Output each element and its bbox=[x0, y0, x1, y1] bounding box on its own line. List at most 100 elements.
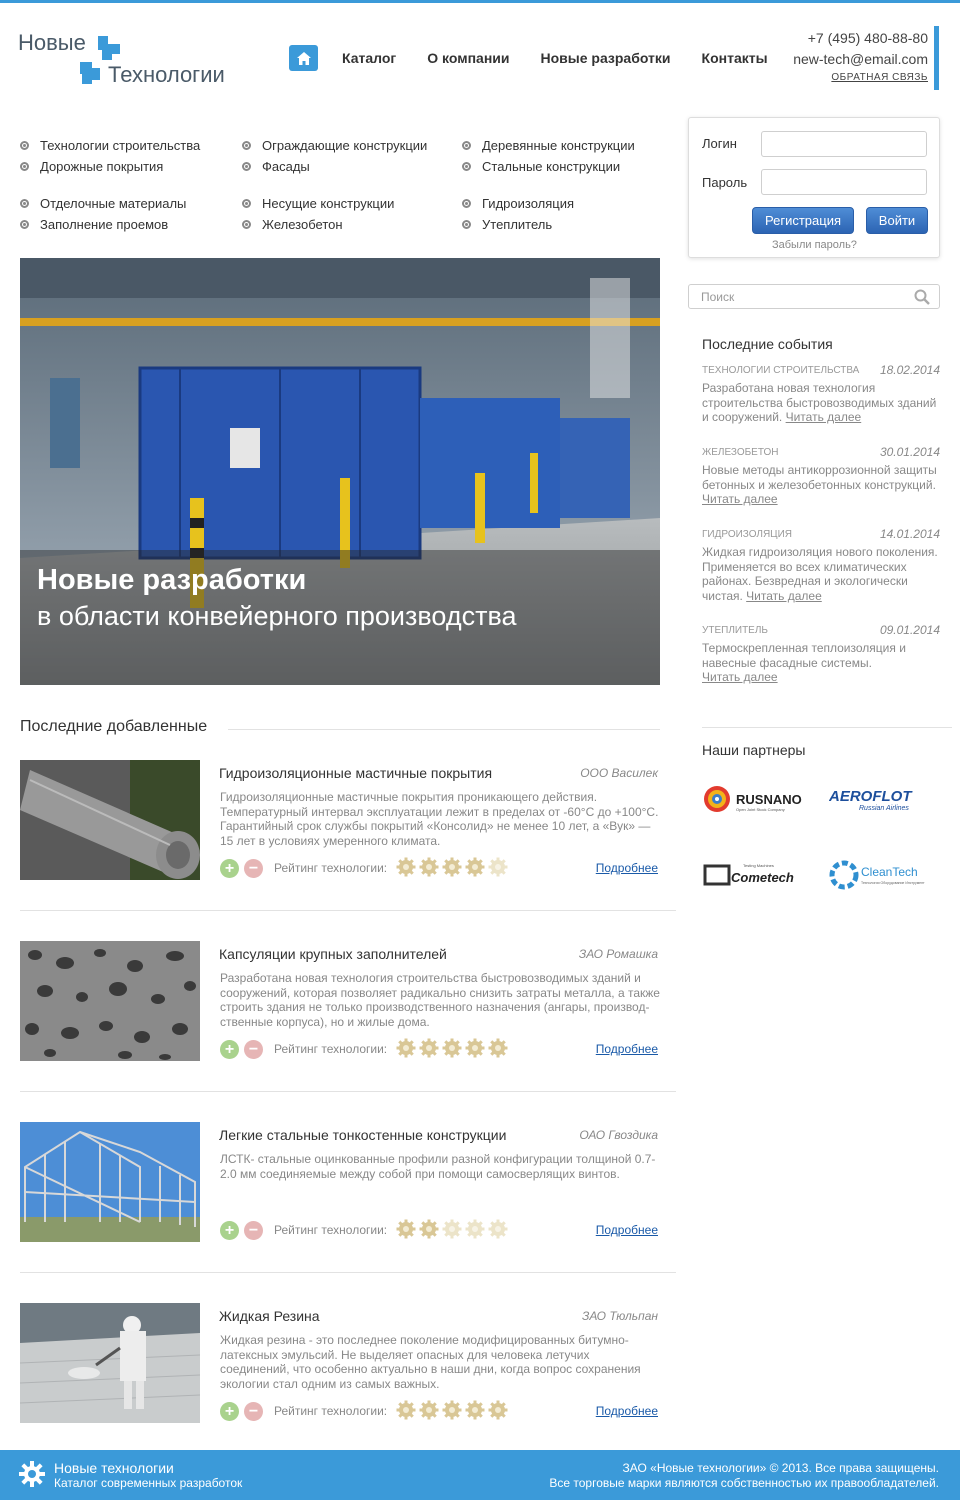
steel-frame-image bbox=[20, 1122, 200, 1242]
read-more-link[interactable]: Читать далее bbox=[746, 589, 822, 603]
rating-star-icon[interactable] bbox=[488, 857, 508, 877]
vote-down-button[interactable]: − bbox=[244, 1040, 263, 1059]
hero-banner[interactable]: Новые разработки в области конвейерного … bbox=[20, 258, 660, 685]
email-link[interactable]: new-tech@email.com bbox=[793, 49, 928, 70]
list-item: Гидроизоляционные мастичные покрытия ООО… bbox=[20, 760, 676, 941]
item-thumbnail[interactable] bbox=[20, 1303, 200, 1423]
read-more-link[interactable]: Читать далее bbox=[702, 670, 778, 684]
bullet-icon bbox=[462, 141, 471, 150]
event-category: Гидроизоляция bbox=[702, 529, 792, 540]
home-button[interactable] bbox=[289, 45, 318, 71]
vote-down-button[interactable]: − bbox=[244, 859, 263, 878]
rating-star-icon[interactable] bbox=[442, 1038, 462, 1058]
category-item[interactable]: Стальные конструкции bbox=[462, 159, 620, 174]
rating-star-icon[interactable] bbox=[442, 1400, 462, 1420]
more-link[interactable]: Подробнее bbox=[596, 1042, 658, 1056]
nav-new-developments[interactable]: Новые разработки bbox=[541, 50, 671, 66]
event-text: Разработана новая технология строительст… bbox=[702, 381, 937, 424]
rating-stars[interactable] bbox=[396, 1038, 508, 1058]
vote-up-button[interactable]: + bbox=[220, 1040, 239, 1059]
register-button[interactable]: Регистрация bbox=[752, 207, 854, 234]
vote-down-button[interactable]: − bbox=[244, 1402, 263, 1421]
item-thumbnail[interactable] bbox=[20, 1122, 200, 1242]
rating-star-icon[interactable] bbox=[419, 1219, 439, 1239]
logo[interactable]: Новые Технологии bbox=[18, 28, 258, 88]
feedback-link[interactable]: ОБРАТНАЯ СВЯЗЬ bbox=[793, 70, 928, 86]
footer-trademarks: Все торговые марки являются собственност… bbox=[549, 1476, 939, 1490]
rating-star-icon[interactable] bbox=[419, 857, 439, 877]
search-input[interactable]: Поиск bbox=[701, 290, 734, 304]
category-label: Железобетон bbox=[262, 217, 343, 232]
phone: +7 (495) 480-88-80 bbox=[807, 30, 928, 46]
search-icon[interactable] bbox=[914, 289, 930, 305]
rating-star-icon[interactable] bbox=[442, 857, 462, 877]
item-thumbnail[interactable] bbox=[20, 760, 200, 880]
item-title[interactable]: Гидроизоляционные мастичные покрытия bbox=[219, 765, 492, 781]
partner-cleantech-logo[interactable]: CleanTech Технологии Оборудование Инстру… bbox=[829, 858, 929, 892]
rating-star-icon[interactable] bbox=[465, 857, 485, 877]
rating-star-icon[interactable] bbox=[488, 1400, 508, 1420]
rating-star-icon[interactable] bbox=[419, 1038, 439, 1058]
rating-star-icon[interactable] bbox=[396, 1038, 416, 1058]
category-item[interactable]: Отделочные материалы bbox=[20, 196, 186, 211]
aeroflot-logo-icon: AEROFLOT Russian Airlines bbox=[828, 788, 913, 812]
item-description: Жидкая резина - это последнее поколение … bbox=[220, 1333, 641, 1391]
rating-stars[interactable] bbox=[396, 1400, 508, 1420]
vote-down-button[interactable]: − bbox=[244, 1221, 263, 1240]
category-item[interactable]: Ограждающие конструкции bbox=[242, 138, 427, 153]
login-button[interactable]: Войти bbox=[866, 207, 928, 234]
rating-star-icon[interactable] bbox=[488, 1219, 508, 1239]
rating-star-icon[interactable] bbox=[442, 1219, 462, 1239]
rating-star-icon[interactable] bbox=[396, 1219, 416, 1239]
more-link[interactable]: Подробнее bbox=[596, 1404, 658, 1418]
vote-up-button[interactable]: + bbox=[220, 1221, 239, 1240]
category-item[interactable]: Несущие конструкции bbox=[242, 196, 394, 211]
item-company: ОАО Гвоздика bbox=[579, 1128, 658, 1142]
event-date: 09.01.2014 bbox=[879, 623, 940, 637]
category-item[interactable]: Гидроизоляция bbox=[462, 196, 574, 211]
more-link[interactable]: Подробнее bbox=[596, 1223, 658, 1237]
rating-star-icon[interactable] bbox=[465, 1219, 485, 1239]
rating-star-icon[interactable] bbox=[419, 1400, 439, 1420]
event-text: Новые методы антикоррозионной защиты бет… bbox=[702, 463, 937, 506]
svg-text:Технологии Оборудование Инстру: Технологии Оборудование Инструмент bbox=[861, 881, 925, 885]
category-item[interactable]: Технологии строительства bbox=[20, 138, 200, 153]
partner-rusnano-logo[interactable]: RUSNANO Open Joint Stock Company bbox=[703, 784, 803, 816]
forgot-password-link[interactable]: Забыли пароль? bbox=[772, 239, 857, 251]
item-title[interactable]: Капсуляции крупных заполнителей bbox=[219, 946, 447, 962]
bullet-icon bbox=[20, 162, 29, 171]
svg-text:AEROFLOT: AEROFLOT bbox=[829, 788, 913, 805]
category-item[interactable]: Дорожные покрытия bbox=[20, 159, 163, 174]
nav-contacts[interactable]: Контакты bbox=[702, 50, 768, 66]
category-item[interactable]: Заполнение проемов bbox=[20, 217, 168, 232]
category-item[interactable]: Утеплитель bbox=[462, 217, 552, 232]
rating-star-icon[interactable] bbox=[465, 1400, 485, 1420]
item-thumbnail[interactable] bbox=[20, 941, 200, 1061]
read-more-link[interactable]: Читать далее bbox=[702, 492, 778, 506]
item-title[interactable]: Жидкая Резина bbox=[219, 1308, 320, 1324]
vote-up-button[interactable]: + bbox=[220, 859, 239, 878]
category-item[interactable]: Железобетон bbox=[242, 217, 343, 232]
rating-star-icon[interactable] bbox=[396, 857, 416, 877]
nav-about[interactable]: О компании bbox=[427, 50, 509, 66]
password-input[interactable] bbox=[761, 169, 927, 195]
item-title[interactable]: Легкие стальные тонкостенные конструкции bbox=[219, 1127, 506, 1143]
more-link[interactable]: Подробнее bbox=[596, 861, 658, 875]
partner-cometech-logo[interactable]: Testing Machines Cometech bbox=[703, 860, 803, 890]
rating-star-icon[interactable] bbox=[488, 1038, 508, 1058]
login-input[interactable] bbox=[761, 131, 927, 157]
category-item[interactable]: Деревянные конструкции bbox=[462, 138, 635, 153]
rating-star-icon[interactable] bbox=[465, 1038, 485, 1058]
search-box[interactable]: Поиск bbox=[688, 284, 940, 309]
rating-stars[interactable] bbox=[396, 857, 508, 877]
category-item[interactable]: Фасады bbox=[242, 159, 310, 174]
bullet-icon bbox=[462, 199, 471, 208]
rating-stars[interactable] bbox=[396, 1219, 508, 1239]
footer-subtitle: Каталог современных разработок bbox=[54, 1476, 243, 1490]
rating-star-icon[interactable] bbox=[396, 1400, 416, 1420]
logo-word-2: Технологии bbox=[108, 62, 225, 87]
vote-up-button[interactable]: + bbox=[220, 1402, 239, 1421]
nav-catalog[interactable]: Каталог bbox=[342, 50, 396, 66]
partner-aeroflot-logo[interactable]: AEROFLOT Russian Airlines bbox=[828, 786, 929, 814]
read-more-link[interactable]: Читать далее bbox=[786, 410, 862, 424]
